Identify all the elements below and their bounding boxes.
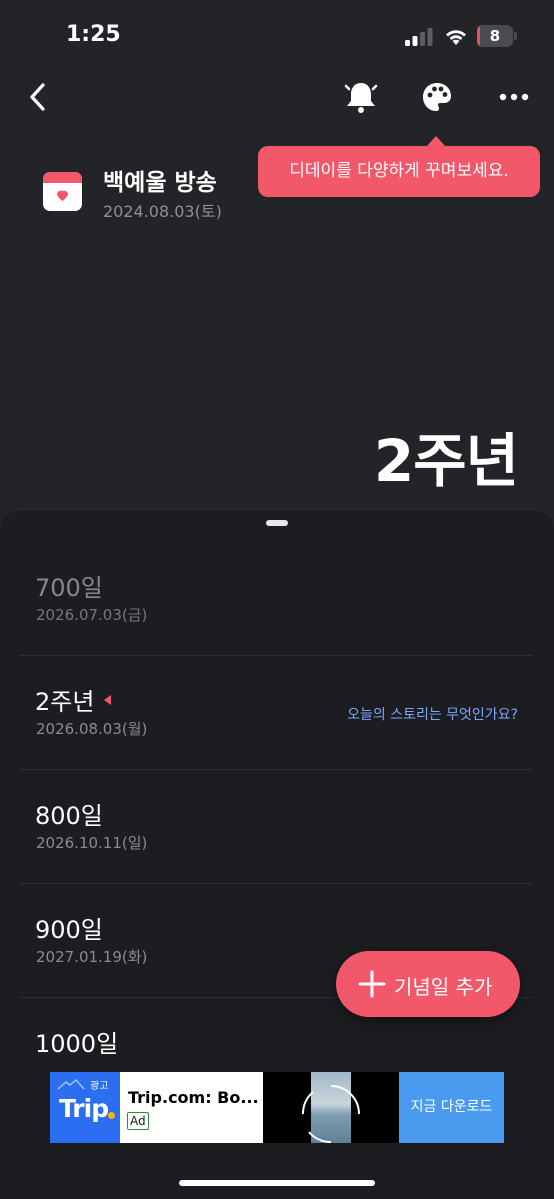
milestone-row[interactable]: 700일 2026.07.03(금) [20, 542, 532, 656]
event-start-date: 2024.08.03(토) [103, 202, 222, 221]
ad-download-button[interactable]: 지금 다운로드 [399, 1072, 504, 1143]
add-anniversary-button[interactable]: 기념일 추가 [336, 951, 520, 1017]
loading-spinner-icon [301, 1085, 360, 1143]
bell-icon [344, 83, 378, 113]
milestone-row-current[interactable]: 2주년 2026.08.03(월) 오늘의 스토리는 무엇인가요? [20, 656, 532, 770]
milestone-label: 1000일 [35, 1030, 119, 1058]
alarm-button[interactable] [340, 76, 382, 118]
ad-logo: 광고 Trip [50, 1072, 120, 1143]
theme-button[interactable] [416, 76, 458, 118]
ad-badge: Ad [127, 1112, 149, 1130]
home-indicator [179, 1180, 375, 1186]
milestone-date: 2026.08.03(월) [36, 720, 148, 738]
status-time: 1:25 [66, 22, 121, 47]
plane-icon [57, 1079, 85, 1090]
ad-logo-text: Trip [59, 1094, 109, 1123]
customize-tooltip[interactable]: 디데이를 다양하게 꾸며보세요. [258, 146, 540, 197]
event-title: 백예울 방송 [103, 170, 217, 196]
current-milestone: 2주년 [373, 427, 519, 495]
ad-video[interactable] [263, 1072, 399, 1143]
more-horizontal-icon [499, 93, 529, 101]
calendar-check-icon [43, 172, 82, 211]
milestone-label: 900일 [35, 916, 103, 944]
palette-icon [423, 83, 451, 111]
back-button[interactable] [20, 78, 58, 116]
cellular-signal-icon [405, 28, 433, 46]
milestone-row[interactable]: 800일 2026.10.11(일) [20, 770, 532, 884]
ad-banner[interactable]: 광고 Trip Trip.com: Bo... Ad 지금 다운로드 [50, 1072, 504, 1143]
current-marker-icon [104, 695, 112, 705]
milestone-date: 2026.10.11(일) [36, 834, 148, 852]
chevron-left-icon [30, 83, 45, 111]
milestone-label: 2주년 [35, 688, 95, 716]
sheet-drag-handle[interactable] [266, 520, 288, 526]
milestone-date: 2026.07.03(금) [36, 606, 148, 624]
ad-tag: 광고 [90, 1081, 109, 1092]
plus-icon [358, 970, 386, 998]
top-navigation [0, 70, 554, 126]
milestone-label: 800일 [35, 802, 103, 830]
ad-title: Trip.com: Bo... [128, 1088, 259, 1107]
wifi-icon [446, 30, 466, 45]
milestone-date: 2027.01.19(화) [36, 948, 148, 966]
more-button[interactable] [492, 76, 536, 118]
battery-indicator: 8 [477, 25, 517, 47]
battery-level: 8 [489, 27, 501, 45]
story-prompt-link[interactable]: 오늘의 스토리는 무엇인가요? [347, 704, 518, 724]
milestone-label: 700일 [35, 574, 103, 602]
add-anniversary-label: 기념일 추가 [394, 975, 493, 999]
status-bar: 1:25 8 [0, 0, 554, 70]
